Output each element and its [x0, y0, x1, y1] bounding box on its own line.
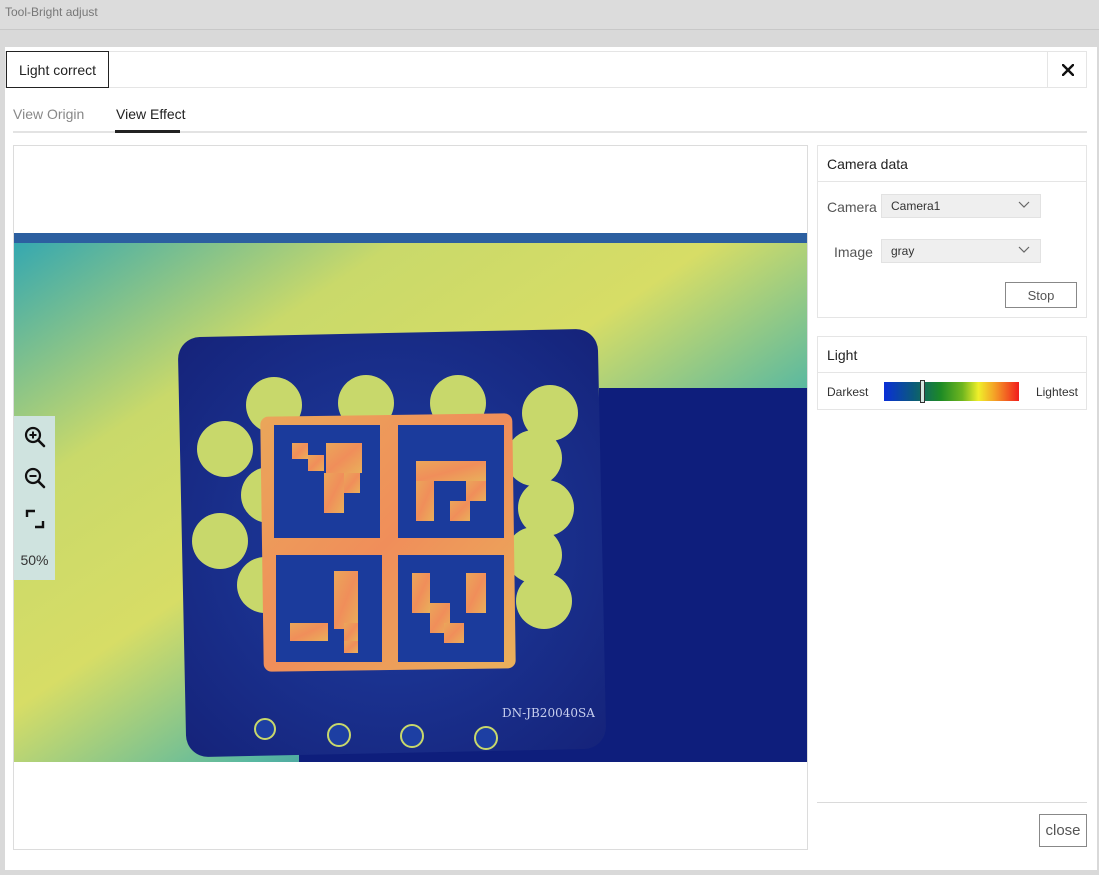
camera-select[interactable]: Camera1: [881, 194, 1041, 218]
tab-light-correct[interactable]: Light correct: [6, 51, 109, 88]
window-title-bar: Tool-Bright adjust: [0, 0, 1099, 30]
image-select[interactable]: gray: [881, 239, 1041, 263]
image-select-value: gray: [891, 244, 915, 258]
light-title: Light: [818, 337, 1086, 373]
light-gradient-slider[interactable]: [884, 382, 1019, 401]
window-title: Tool-Bright adjust: [5, 5, 98, 19]
tab-view-origin[interactable]: View Origin: [13, 106, 84, 122]
view-tabs: View Origin View Effect: [13, 103, 1087, 133]
camera-data-title: Camera data: [818, 146, 1086, 182]
fit-screen-icon[interactable]: [14, 498, 55, 539]
stop-button[interactable]: Stop: [1005, 282, 1077, 308]
image-label: Image: [834, 244, 873, 260]
footer-divider: [817, 802, 1087, 803]
active-tab-indicator: [115, 130, 180, 133]
zoom-out-icon[interactable]: [14, 457, 55, 498]
close-button[interactable]: close: [1039, 814, 1087, 847]
image-viewer[interactable]: DN-JB20040SA 50%: [13, 145, 808, 850]
close-icon[interactable]: [1047, 51, 1087, 88]
light-card: Light Darkest Lightest: [817, 336, 1087, 410]
zoom-in-icon[interactable]: [14, 416, 55, 457]
board-plate-text: DN-JB20040SA: [502, 706, 595, 720]
lightest-label: Lightest: [1035, 385, 1078, 399]
camera-data-card: Camera data Camera Camera1 Image gray St…: [817, 145, 1087, 318]
effect-image[interactable]: DN-JB20040SA: [14, 233, 808, 762]
chevron-down-icon: [1018, 198, 1030, 215]
camera-label: Camera: [827, 199, 877, 215]
light-slider-handle[interactable]: [919, 380, 925, 403]
zoom-toolbar: 50%: [14, 416, 55, 580]
chevron-down-icon: [1018, 243, 1030, 260]
camera-select-value: Camera1: [891, 199, 941, 213]
dialog-tab-header: Light correct: [5, 51, 1087, 88]
tab-view-effect[interactable]: View Effect: [116, 106, 186, 122]
side-panel: Camera data Camera Camera1 Image gray St…: [817, 145, 1087, 410]
dialog-panel: Light correct View Origin View Effect DN…: [5, 47, 1097, 870]
darkest-label: Darkest: [827, 385, 869, 399]
zoom-level-label: 50%: [20, 551, 49, 568]
